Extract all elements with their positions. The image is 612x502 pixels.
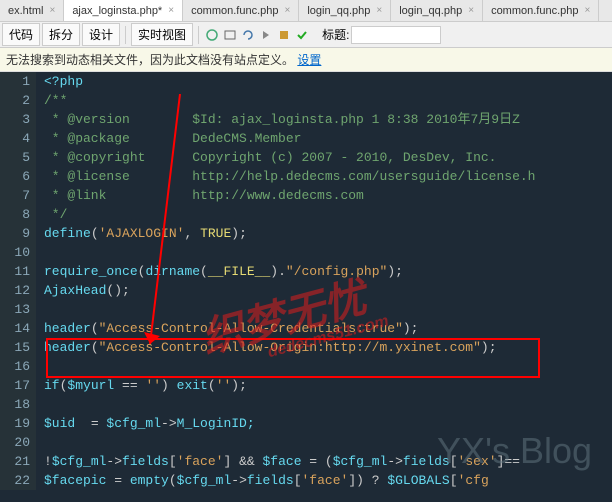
code-line[interactable]: * @version $Id: ajax_loginsta.php 1 8:38… xyxy=(44,110,612,129)
info-bar: 无法搜索到动态相关文件，因为此文档没有站点定义。 设置 xyxy=(0,48,612,72)
code-line[interactable] xyxy=(44,243,612,262)
tab-label: login_qq.php xyxy=(307,5,370,17)
live-view-button[interactable]: 实时视图 xyxy=(131,23,193,46)
code-line[interactable] xyxy=(44,357,612,376)
options-icon[interactable] xyxy=(276,27,292,43)
code-line[interactable]: AjaxHead(); xyxy=(44,281,612,300)
line-number: 14 xyxy=(0,319,30,338)
code-line[interactable] xyxy=(44,395,612,414)
line-number: 16 xyxy=(0,357,30,376)
line-number: 8 xyxy=(0,205,30,224)
file-tab[interactable]: ex.html × xyxy=(0,0,64,21)
tab-label: common.func.php xyxy=(191,5,278,17)
file-tabs: ex.html×ajax_loginsta.php*×common.func.p… xyxy=(0,0,612,22)
split-view-button[interactable]: 拆分 xyxy=(42,23,80,46)
close-icon[interactable]: × xyxy=(376,5,382,16)
close-icon[interactable]: × xyxy=(168,5,174,16)
line-number: 12 xyxy=(0,281,30,300)
line-number: 7 xyxy=(0,186,30,205)
separator xyxy=(125,26,126,44)
file-tab[interactable]: login_qq.php × xyxy=(299,0,391,21)
line-number: 1 xyxy=(0,72,30,91)
code-line[interactable]: * @package DedeCMS.Member xyxy=(44,129,612,148)
design-view-button[interactable]: 设计 xyxy=(82,23,120,46)
check-icon[interactable] xyxy=(294,27,310,43)
line-number: 11 xyxy=(0,262,30,281)
code-line[interactable]: * @link http://www.dedecms.com xyxy=(44,186,612,205)
code-line[interactable]: header("Access-Control-Allow-Credentials… xyxy=(44,319,612,338)
line-number: 18 xyxy=(0,395,30,414)
file-tab[interactable]: ajax_loginsta.php* × xyxy=(64,0,183,21)
line-number: 19 xyxy=(0,414,30,433)
line-number: 21 xyxy=(0,452,30,471)
code-line[interactable]: header("Access-Control-Allow-Origin:http… xyxy=(44,338,612,357)
file-tab[interactable]: common.func.php × xyxy=(483,0,599,21)
line-number: 9 xyxy=(0,224,30,243)
code-editor[interactable]: 12345678910111213141516171819202122 <?ph… xyxy=(0,72,612,502)
code-line[interactable]: if($myurl == '') exit(''); xyxy=(44,376,612,395)
close-icon[interactable]: × xyxy=(468,5,474,16)
line-number: 20 xyxy=(0,433,30,452)
code-line[interactable] xyxy=(44,300,612,319)
file-tab[interactable]: common.func.php × xyxy=(183,0,299,21)
info-message: 无法搜索到动态相关文件，因为此文档没有站点定义。 xyxy=(6,53,294,67)
code-line[interactable]: /** xyxy=(44,91,612,110)
tab-label: ex.html xyxy=(8,5,43,17)
code-line[interactable]: define('AJAXLOGIN', TRUE); xyxy=(44,224,612,243)
line-number: 2 xyxy=(0,91,30,110)
code-line[interactable]: <?php xyxy=(44,72,612,91)
title-input[interactable] xyxy=(351,26,441,44)
line-number: 15 xyxy=(0,338,30,357)
tab-label: common.func.php xyxy=(491,5,578,17)
settings-link[interactable]: 设置 xyxy=(297,53,321,67)
close-icon[interactable]: × xyxy=(585,5,591,16)
line-number: 10 xyxy=(0,243,30,262)
line-number: 6 xyxy=(0,167,30,186)
server-icon[interactable] xyxy=(222,27,238,43)
code-area[interactable]: <?php/** * @version $Id: ajax_loginsta.p… xyxy=(0,72,612,490)
refresh-icon[interactable] xyxy=(240,27,256,43)
close-icon[interactable]: × xyxy=(49,5,55,16)
code-line[interactable]: * @copyright Copyright (c) 2007 - 2010, … xyxy=(44,148,612,167)
line-number: 4 xyxy=(0,129,30,148)
separator xyxy=(198,26,199,44)
line-number: 5 xyxy=(0,148,30,167)
tab-label: login_qq.php xyxy=(399,5,462,17)
code-line[interactable] xyxy=(44,433,612,452)
close-icon[interactable]: × xyxy=(285,5,291,16)
code-line[interactable]: require_once(dirname(__FILE__)."/config.… xyxy=(44,262,612,281)
toolbar: 代码 拆分 设计 实时视图 标题: xyxy=(0,22,612,48)
code-line[interactable]: $facepic = empty($cfg_ml->fields['face']… xyxy=(44,471,612,490)
line-number: 13 xyxy=(0,300,30,319)
line-gutter: 12345678910111213141516171819202122 xyxy=(0,72,36,490)
code-line[interactable]: $uid = $cfg_ml->M_LoginID; xyxy=(44,414,612,433)
line-number: 22 xyxy=(0,471,30,490)
title-label: 标题: xyxy=(322,26,349,43)
line-number: 3 xyxy=(0,110,30,129)
browse-icon[interactable] xyxy=(204,27,220,43)
file-tab[interactable]: login_qq.php × xyxy=(391,0,483,21)
code-view-button[interactable]: 代码 xyxy=(2,23,40,46)
line-number: 17 xyxy=(0,376,30,395)
nav-icon[interactable] xyxy=(258,27,274,43)
tab-label: ajax_loginsta.php* xyxy=(72,5,162,17)
code-line[interactable]: !$cfg_ml->fields['face'] && $face = ($cf… xyxy=(44,452,612,471)
code-line[interactable]: * @license http://help.dedecms.com/users… xyxy=(44,167,612,186)
code-line[interactable]: */ xyxy=(44,205,612,224)
